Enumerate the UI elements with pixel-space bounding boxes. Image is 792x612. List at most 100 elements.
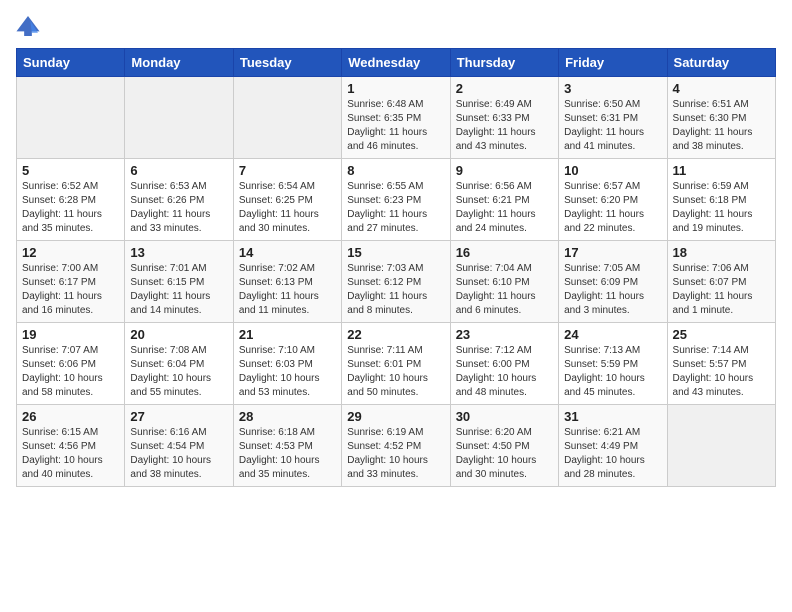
calendar-cell: 5 Sunrise: 6:52 AMSunset: 6:28 PMDayligh… [17, 159, 125, 241]
calendar-cell: 31 Sunrise: 6:21 AMSunset: 4:49 PMDaylig… [559, 405, 667, 487]
calendar-cell [667, 405, 775, 487]
day-number: 3 [564, 81, 661, 96]
weekday-header: Saturday [667, 49, 775, 77]
day-detail: Sunrise: 7:14 AMSunset: 5:57 PMDaylight:… [673, 344, 770, 400]
day-number: 11 [673, 163, 770, 178]
day-detail: Sunrise: 7:04 AMSunset: 6:10 PMDaylight:… [456, 262, 553, 318]
weekday-header: Tuesday [233, 49, 341, 77]
day-detail: Sunrise: 7:12 AMSunset: 6:00 PMDaylight:… [456, 344, 553, 400]
day-detail: Sunrise: 6:53 AMSunset: 6:26 PMDaylight:… [130, 180, 227, 236]
day-number: 13 [130, 245, 227, 260]
day-detail: Sunrise: 6:19 AMSunset: 4:52 PMDaylight:… [347, 426, 444, 482]
day-number: 20 [130, 327, 227, 342]
weekday-header: Monday [125, 49, 233, 77]
day-detail: Sunrise: 7:05 AMSunset: 6:09 PMDaylight:… [564, 262, 661, 318]
day-detail: Sunrise: 6:20 AMSunset: 4:50 PMDaylight:… [456, 426, 553, 482]
calendar-cell: 7 Sunrise: 6:54 AMSunset: 6:25 PMDayligh… [233, 159, 341, 241]
day-number: 25 [673, 327, 770, 342]
calendar-cell [17, 77, 125, 159]
calendar-cell: 18 Sunrise: 7:06 AMSunset: 6:07 PMDaylig… [667, 241, 775, 323]
day-detail: Sunrise: 6:49 AMSunset: 6:33 PMDaylight:… [456, 98, 553, 154]
calendar-cell: 27 Sunrise: 6:16 AMSunset: 4:54 PMDaylig… [125, 405, 233, 487]
day-number: 26 [22, 409, 119, 424]
calendar-cell: 14 Sunrise: 7:02 AMSunset: 6:13 PMDaylig… [233, 241, 341, 323]
calendar-week-row: 1 Sunrise: 6:48 AMSunset: 6:35 PMDayligh… [17, 77, 776, 159]
calendar-cell: 22 Sunrise: 7:11 AMSunset: 6:01 PMDaylig… [342, 323, 450, 405]
day-number: 2 [456, 81, 553, 96]
calendar-cell: 26 Sunrise: 6:15 AMSunset: 4:56 PMDaylig… [17, 405, 125, 487]
day-detail: Sunrise: 6:55 AMSunset: 6:23 PMDaylight:… [347, 180, 444, 236]
day-number: 29 [347, 409, 444, 424]
day-number: 19 [22, 327, 119, 342]
day-number: 28 [239, 409, 336, 424]
calendar-cell: 30 Sunrise: 6:20 AMSunset: 4:50 PMDaylig… [450, 405, 558, 487]
day-detail: Sunrise: 7:07 AMSunset: 6:06 PMDaylight:… [22, 344, 119, 400]
calendar-week-row: 19 Sunrise: 7:07 AMSunset: 6:06 PMDaylig… [17, 323, 776, 405]
day-detail: Sunrise: 6:59 AMSunset: 6:18 PMDaylight:… [673, 180, 770, 236]
day-detail: Sunrise: 6:52 AMSunset: 6:28 PMDaylight:… [22, 180, 119, 236]
day-number: 14 [239, 245, 336, 260]
calendar-cell: 29 Sunrise: 6:19 AMSunset: 4:52 PMDaylig… [342, 405, 450, 487]
day-detail: Sunrise: 6:48 AMSunset: 6:35 PMDaylight:… [347, 98, 444, 154]
day-number: 24 [564, 327, 661, 342]
day-number: 31 [564, 409, 661, 424]
calendar-cell: 24 Sunrise: 7:13 AMSunset: 5:59 PMDaylig… [559, 323, 667, 405]
day-detail: Sunrise: 6:54 AMSunset: 6:25 PMDaylight:… [239, 180, 336, 236]
day-number: 16 [456, 245, 553, 260]
calendar-cell [125, 77, 233, 159]
calendar-cell: 1 Sunrise: 6:48 AMSunset: 6:35 PMDayligh… [342, 77, 450, 159]
calendar-week-row: 5 Sunrise: 6:52 AMSunset: 6:28 PMDayligh… [17, 159, 776, 241]
day-number: 6 [130, 163, 227, 178]
calendar-cell: 4 Sunrise: 6:51 AMSunset: 6:30 PMDayligh… [667, 77, 775, 159]
day-detail: Sunrise: 7:11 AMSunset: 6:01 PMDaylight:… [347, 344, 444, 400]
logo-icon [16, 16, 40, 36]
page-header [16, 16, 776, 36]
day-number: 22 [347, 327, 444, 342]
day-detail: Sunrise: 7:00 AMSunset: 6:17 PMDaylight:… [22, 262, 119, 318]
calendar-week-row: 26 Sunrise: 6:15 AMSunset: 4:56 PMDaylig… [17, 405, 776, 487]
day-detail: Sunrise: 6:16 AMSunset: 4:54 PMDaylight:… [130, 426, 227, 482]
calendar-cell: 16 Sunrise: 7:04 AMSunset: 6:10 PMDaylig… [450, 241, 558, 323]
day-number: 7 [239, 163, 336, 178]
day-number: 15 [347, 245, 444, 260]
day-detail: Sunrise: 6:51 AMSunset: 6:30 PMDaylight:… [673, 98, 770, 154]
calendar-cell: 12 Sunrise: 7:00 AMSunset: 6:17 PMDaylig… [17, 241, 125, 323]
day-detail: Sunrise: 6:56 AMSunset: 6:21 PMDaylight:… [456, 180, 553, 236]
calendar-cell: 2 Sunrise: 6:49 AMSunset: 6:33 PMDayligh… [450, 77, 558, 159]
day-number: 21 [239, 327, 336, 342]
calendar-cell: 19 Sunrise: 7:07 AMSunset: 6:06 PMDaylig… [17, 323, 125, 405]
day-number: 30 [456, 409, 553, 424]
calendar-cell: 20 Sunrise: 7:08 AMSunset: 6:04 PMDaylig… [125, 323, 233, 405]
day-detail: Sunrise: 7:13 AMSunset: 5:59 PMDaylight:… [564, 344, 661, 400]
calendar-cell [233, 77, 341, 159]
calendar-cell: 9 Sunrise: 6:56 AMSunset: 6:21 PMDayligh… [450, 159, 558, 241]
weekday-header: Friday [559, 49, 667, 77]
day-number: 9 [456, 163, 553, 178]
calendar-cell: 25 Sunrise: 7:14 AMSunset: 5:57 PMDaylig… [667, 323, 775, 405]
day-detail: Sunrise: 7:08 AMSunset: 6:04 PMDaylight:… [130, 344, 227, 400]
calendar-cell: 6 Sunrise: 6:53 AMSunset: 6:26 PMDayligh… [125, 159, 233, 241]
day-number: 5 [22, 163, 119, 178]
calendar-cell: 10 Sunrise: 6:57 AMSunset: 6:20 PMDaylig… [559, 159, 667, 241]
calendar-cell: 28 Sunrise: 6:18 AMSunset: 4:53 PMDaylig… [233, 405, 341, 487]
day-number: 4 [673, 81, 770, 96]
day-number: 23 [456, 327, 553, 342]
day-detail: Sunrise: 7:01 AMSunset: 6:15 PMDaylight:… [130, 262, 227, 318]
calendar-cell: 23 Sunrise: 7:12 AMSunset: 6:00 PMDaylig… [450, 323, 558, 405]
calendar-cell: 3 Sunrise: 6:50 AMSunset: 6:31 PMDayligh… [559, 77, 667, 159]
calendar-table: SundayMondayTuesdayWednesdayThursdayFrid… [16, 48, 776, 487]
day-detail: Sunrise: 6:21 AMSunset: 4:49 PMDaylight:… [564, 426, 661, 482]
logo [16, 16, 44, 36]
calendar-cell: 11 Sunrise: 6:59 AMSunset: 6:18 PMDaylig… [667, 159, 775, 241]
calendar-cell: 15 Sunrise: 7:03 AMSunset: 6:12 PMDaylig… [342, 241, 450, 323]
day-number: 10 [564, 163, 661, 178]
day-detail: Sunrise: 6:18 AMSunset: 4:53 PMDaylight:… [239, 426, 336, 482]
day-number: 17 [564, 245, 661, 260]
calendar-cell: 13 Sunrise: 7:01 AMSunset: 6:15 PMDaylig… [125, 241, 233, 323]
weekday-header: Sunday [17, 49, 125, 77]
calendar-week-row: 12 Sunrise: 7:00 AMSunset: 6:17 PMDaylig… [17, 241, 776, 323]
day-detail: Sunrise: 7:10 AMSunset: 6:03 PMDaylight:… [239, 344, 336, 400]
day-detail: Sunrise: 6:57 AMSunset: 6:20 PMDaylight:… [564, 180, 661, 236]
calendar-cell: 8 Sunrise: 6:55 AMSunset: 6:23 PMDayligh… [342, 159, 450, 241]
day-number: 27 [130, 409, 227, 424]
